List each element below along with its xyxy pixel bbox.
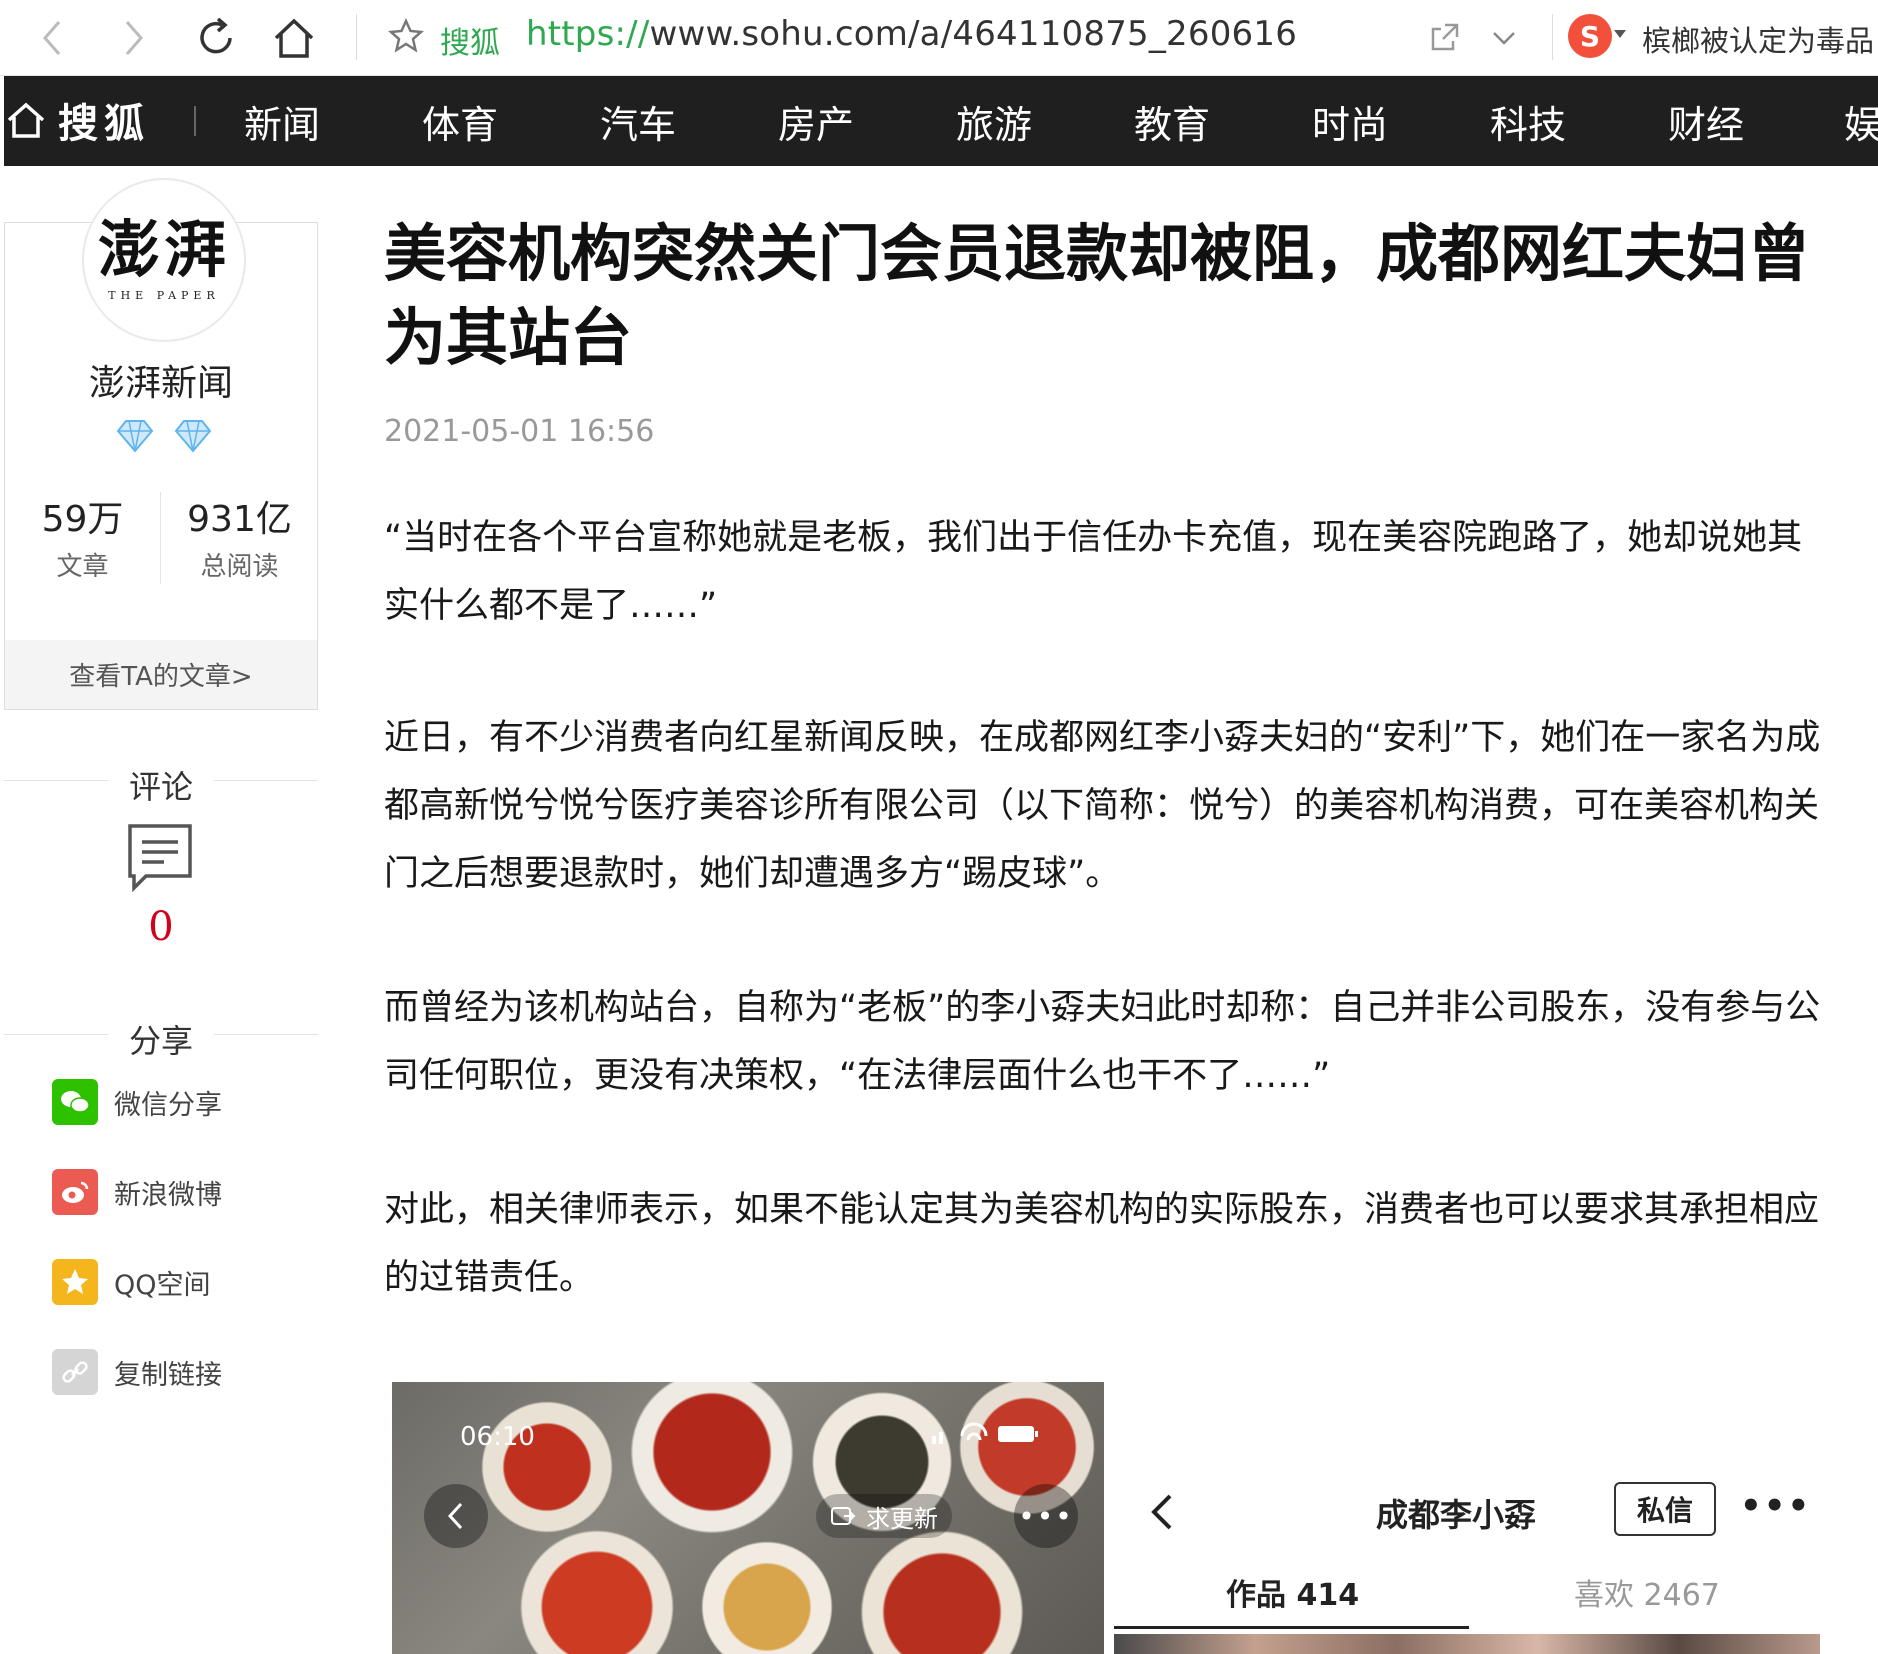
address-bar[interactable]: https://www.sohu.com/a/464110875_260616	[526, 14, 1297, 54]
share-title: 分享	[128, 1022, 193, 1060]
star-icon	[388, 18, 424, 53]
nav-item-fashion[interactable]: 时尚	[1312, 94, 1388, 149]
nav-item-finance[interactable]: 财经	[1668, 94, 1744, 149]
avatar-logo-text: 澎湃	[97, 212, 230, 286]
site-name: 搜狐	[440, 26, 500, 61]
back-button[interactable]	[24, 10, 80, 66]
comment-title: 评论	[128, 768, 193, 806]
article-image[interactable]: 06:10 求更新 ••• 成都李小孬 私信 ••• 作品 414 喜欢 246…	[392, 1382, 1820, 1654]
bookmark-button[interactable]	[384, 14, 428, 58]
url-path: www.sohu.com/a/464110875_260616	[649, 14, 1298, 54]
stat-label: 文章	[56, 552, 109, 582]
active-tab-indicator	[1114, 1626, 1469, 1629]
share-label: 新浪微博	[114, 1179, 222, 1211]
stat-value: 931亿	[187, 499, 292, 540]
home-icon	[4, 98, 48, 142]
back-circle-button	[424, 1484, 488, 1548]
private-message-button: 私信	[1614, 1482, 1716, 1536]
author-badges	[116, 418, 212, 458]
request-update-label: 求更新	[866, 1504, 938, 1533]
site-nav: 搜狐 新闻 体育 汽车 房产 旅游 教育 时尚 科技 财经 娱	[4, 76, 1878, 166]
stat-reads: 931亿 总阅读	[161, 490, 318, 583]
caret-down-icon[interactable]	[1614, 30, 1626, 38]
toolbar-divider-right	[1552, 14, 1553, 60]
sohu-logo[interactable]: 搜狐	[4, 90, 150, 150]
more-icon: •••	[1740, 1486, 1812, 1526]
nav-item-news[interactable]: 新闻	[244, 94, 320, 149]
chevron-left-icon	[447, 1502, 463, 1530]
profile-screenshot: 成都李小孬 私信 ••• 作品 414 喜欢 2467	[1114, 1382, 1820, 1654]
share-weibo[interactable]: 新浪微博	[52, 1168, 222, 1216]
reload-button[interactable]	[188, 10, 244, 66]
share-label: 复制链接	[114, 1359, 222, 1391]
article-date: 2021-05-01 16:56	[384, 414, 655, 449]
wechat-icon	[52, 1079, 98, 1125]
article-paragraph: 近日，有不少消费者向红星新闻反映，在成都网红李小孬夫妇的“安利”下，她们在一家名…	[384, 718, 1821, 894]
article-paragraph: “当时在各个平台宣称她就是老板，我们出于信任办卡充值，现在美容院跑路了，她却说她…	[384, 518, 1803, 626]
avatar[interactable]: 澎湃 THE PAPER	[82, 178, 246, 342]
logo-text: 搜狐	[58, 101, 150, 147]
search-engine-icon[interactable]: S	[1568, 14, 1612, 58]
home-icon	[274, 18, 314, 58]
weibo-icon	[52, 1169, 98, 1215]
phone-status-icons	[932, 1422, 1042, 1451]
article-title: 美容机构突然关门会员退款却被阻，成都网红夫妇曾为其站台	[384, 217, 1811, 374]
phone-time: 06:10	[460, 1422, 535, 1452]
share-label: 微信分享	[114, 1089, 222, 1121]
nav-item-tech[interactable]: 科技	[1490, 94, 1566, 149]
author-name[interactable]: 澎湃新闻	[4, 354, 318, 406]
url-scheme: https://	[526, 14, 650, 54]
nav-divider	[194, 106, 196, 136]
chevron-down-icon	[1493, 32, 1515, 45]
dropdown-button[interactable]	[1476, 10, 1532, 66]
tab-likes: 喜欢 2467	[1574, 1578, 1720, 1613]
nav-item-travel[interactable]: 旅游	[956, 94, 1032, 149]
stat-articles: 59万 文章	[4, 490, 161, 583]
chevron-left-icon	[43, 21, 61, 55]
tab-works: 作品 414	[1226, 1578, 1360, 1613]
link-icon	[52, 1349, 98, 1395]
nav-item-auto[interactable]: 汽车	[600, 94, 676, 149]
reload-icon	[200, 17, 232, 54]
nav-item-realestate[interactable]: 房产	[778, 94, 854, 149]
diamond-badge-icon	[174, 420, 212, 453]
stat-value: 59万	[41, 499, 124, 540]
search-suggestion[interactable]: 槟榔被认定为毒品	[1642, 18, 1874, 60]
dish-image	[472, 1392, 622, 1542]
share-copy-link[interactable]: 复制链接	[52, 1348, 222, 1396]
nav-item-entertainment[interactable]: 娱	[1844, 94, 1878, 149]
request-update-pill: 求更新	[816, 1494, 952, 1538]
profile-name: 成都李小孬	[1376, 1496, 1537, 1534]
nav-item-education[interactable]: 教育	[1134, 94, 1210, 149]
chevron-right-icon	[125, 21, 143, 55]
share-page-button[interactable]	[1416, 10, 1472, 66]
dish-image	[692, 1532, 842, 1654]
more-circle-button: •••	[1014, 1484, 1078, 1548]
share-label: QQ空间	[114, 1269, 211, 1301]
comment-icon[interactable]	[126, 822, 194, 892]
video-thumbnails	[1114, 1634, 1820, 1654]
forward-button[interactable]	[106, 10, 162, 66]
dish-image	[622, 1382, 802, 1542]
diamond-badge-icon	[116, 420, 154, 453]
toolbar-divider	[356, 14, 357, 60]
browser-toolbar: 搜狐 https://www.sohu.com/a/464110875_2606…	[0, 0, 1878, 76]
author-stats: 59万 文章 931亿 总阅读	[4, 490, 318, 586]
article-paragraph: 而曾经为该机构站台，自称为“老板”的李小孬夫妇此时却称：自己并非公司股东，没有参…	[384, 988, 1821, 1096]
share-wechat[interactable]: 微信分享	[52, 1078, 222, 1126]
nav-item-sports[interactable]: 体育	[422, 94, 498, 149]
article-paragraph: 对此，相关律师表示，如果不能认定其为美容机构的实际股东，消费者也可以要求其承担相…	[384, 1190, 1820, 1298]
comment-count[interactable]: 0	[4, 904, 318, 950]
share-qzone[interactable]: QQ空间	[52, 1258, 211, 1306]
qzone-icon	[52, 1259, 98, 1305]
view-articles-link[interactable]: 查看TA的文章>	[5, 640, 317, 709]
update-icon	[831, 1507, 856, 1525]
dish-image	[512, 1522, 682, 1654]
stat-label: 总阅读	[200, 552, 279, 582]
share-icon	[1431, 23, 1459, 51]
home-button[interactable]	[266, 10, 322, 66]
chevron-left-icon	[1151, 1494, 1172, 1530]
food-video-screenshot: 06:10 求更新 •••	[392, 1382, 1104, 1654]
avatar-logo-subtext: THE PAPER	[108, 288, 220, 302]
